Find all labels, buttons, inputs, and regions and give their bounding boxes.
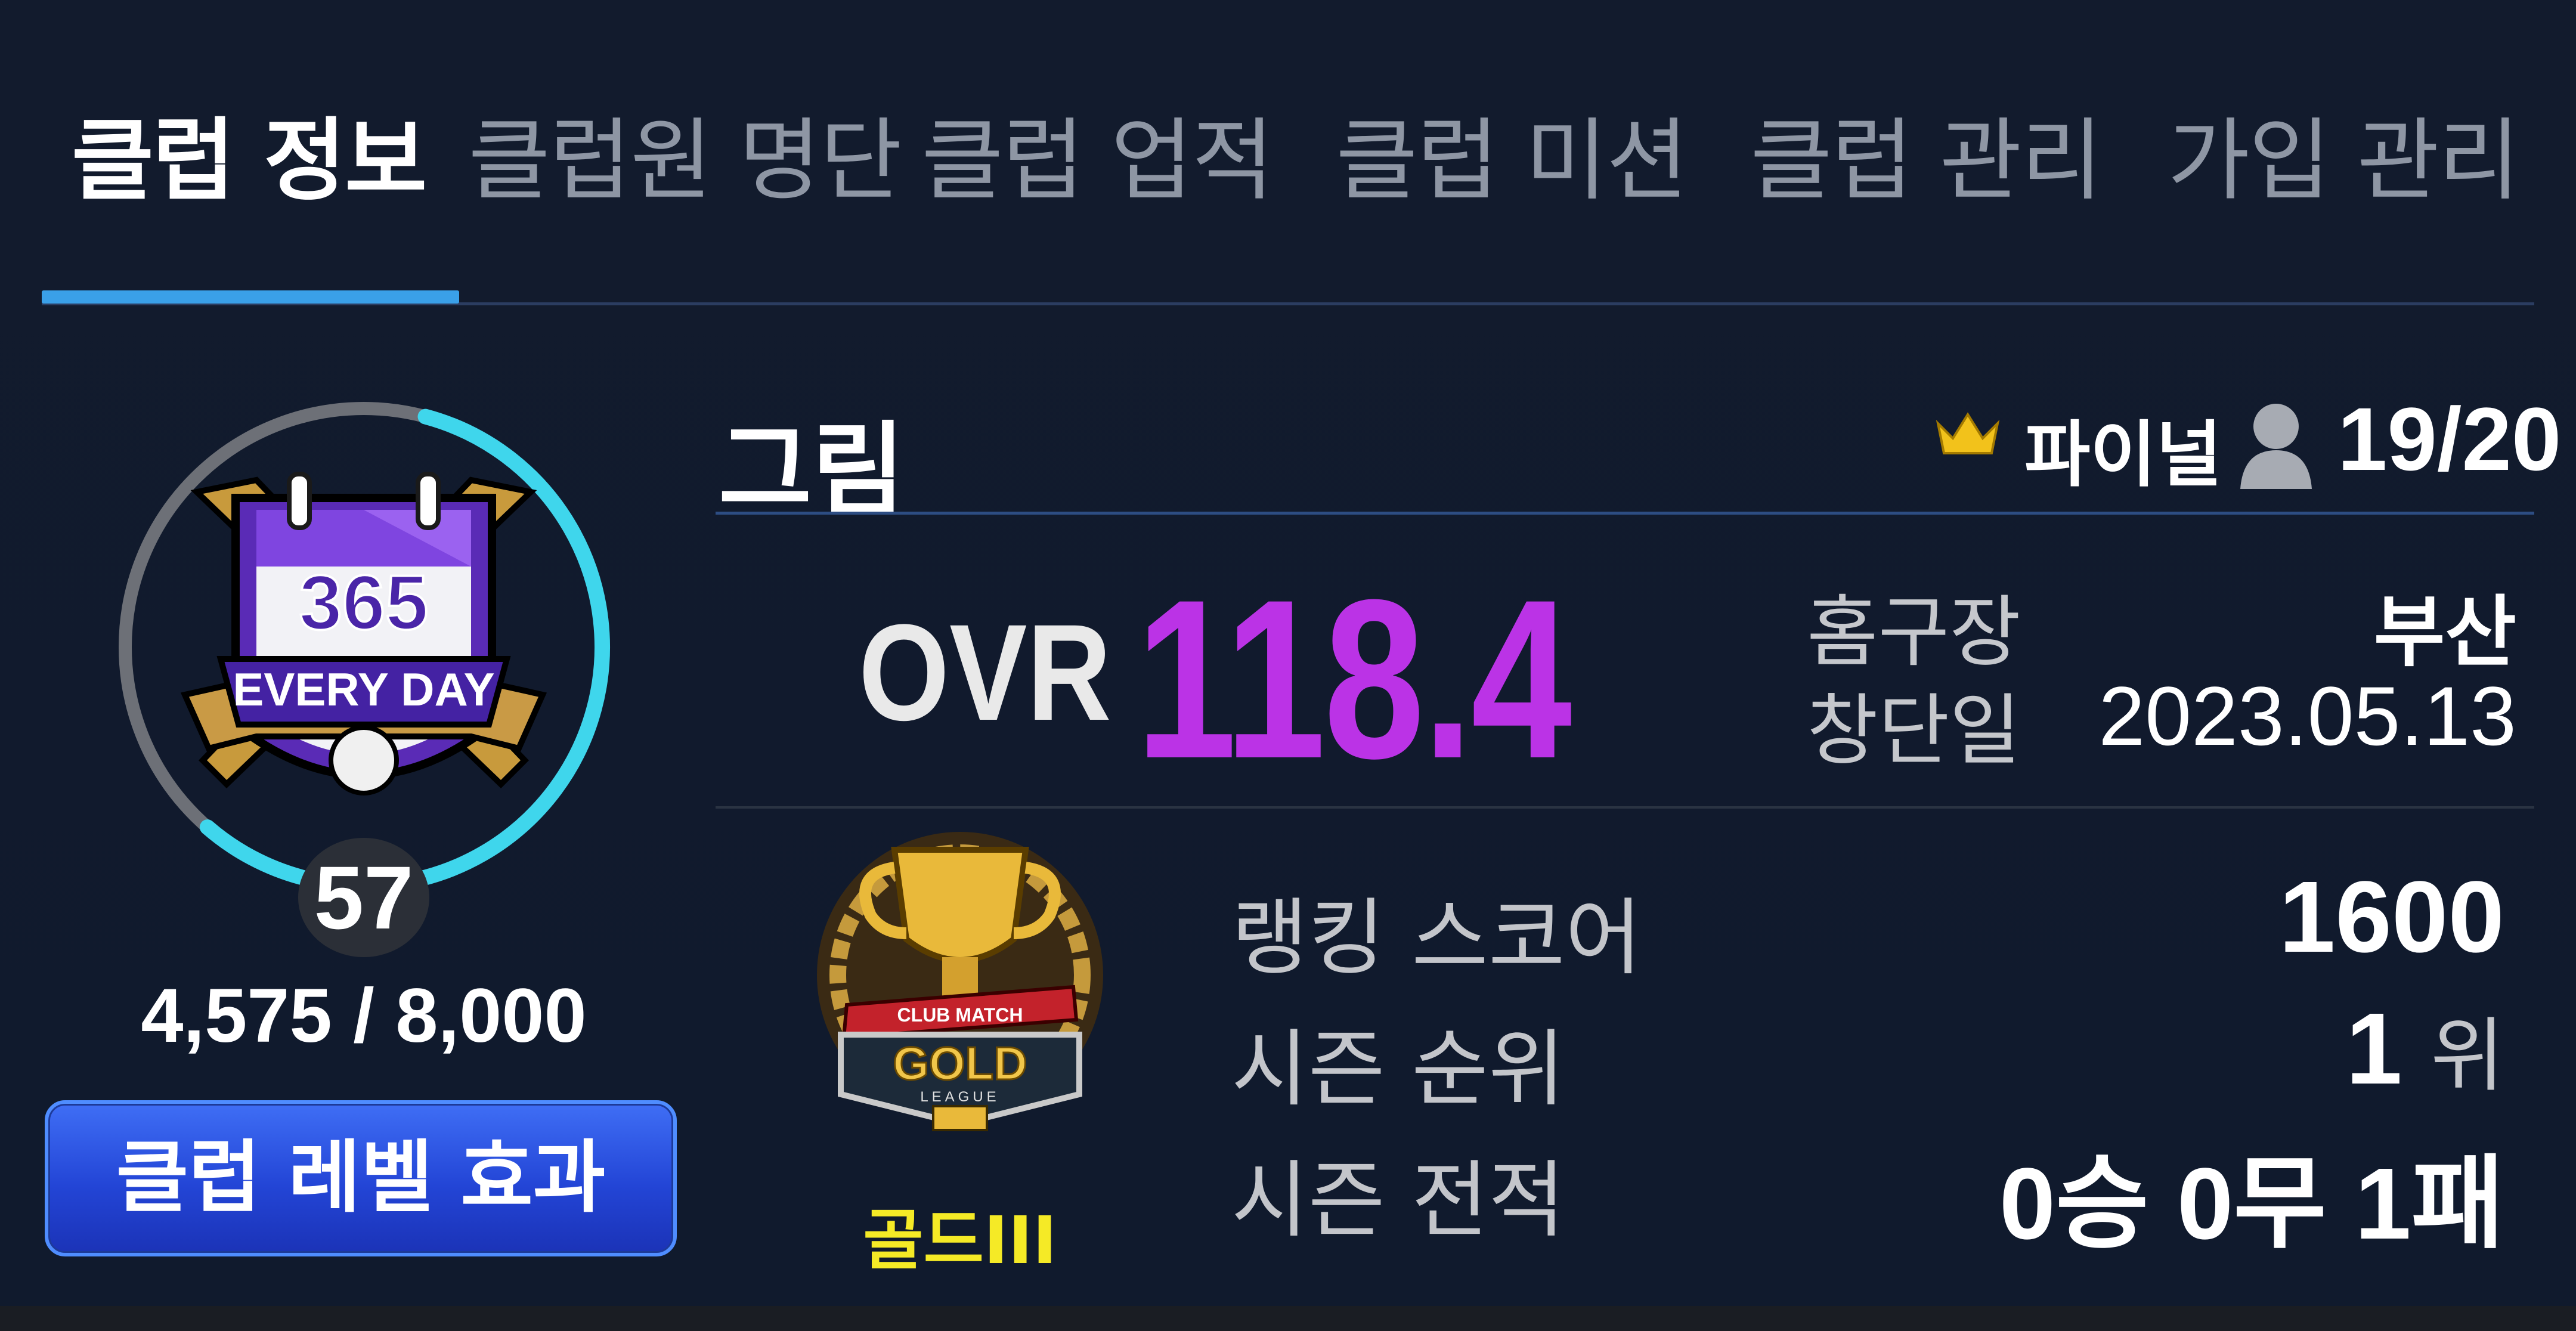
home-stadium-value: 부산: [2373, 587, 2516, 677]
season-record-value: 0승 0무 1패: [1999, 1147, 2504, 1261]
header-divider: [716, 512, 2534, 515]
bottom-strip: [0, 1306, 2576, 1331]
ovr-value: 118.4: [1136, 552, 1572, 806]
section-divider: [716, 806, 2534, 809]
tab-club-missions[interactable]: 클럽 미션: [1336, 116, 1689, 206]
ranking-score-label: 랭킹 스코어: [1231, 890, 1642, 987]
crown-icon: [1936, 412, 2000, 454]
club-level-effect-button[interactable]: 클럽 레벨 효과: [45, 1100, 677, 1256]
club-emblem-icon: 365 EVERY DAY: [180, 472, 547, 795]
club-emblem-area: 365 EVERY DAY: [107, 391, 620, 903]
season-rank-label: 시즌 순위: [1231, 1021, 1565, 1118]
league-sub-text: LEAGUE: [920, 1089, 999, 1105]
club-grade-label: 파이널: [2024, 414, 2222, 497]
ranking-score-value: 1600: [2278, 860, 2504, 974]
active-tab-indicator: [42, 290, 459, 304]
member-count: 19/20: [2337, 389, 2562, 489]
league-gold-text: GOLD: [893, 1037, 1027, 1089]
emblem-banner-text: EVERY DAY: [233, 663, 494, 716]
club-level-badge: 57: [298, 838, 429, 957]
season-record-label: 시즌 전적: [1231, 1152, 1565, 1249]
season-rank-value: 1 위: [2346, 990, 2504, 1107]
founded-date-label: 창단일: [1807, 685, 2021, 776]
emblem-365-text: 365: [299, 559, 429, 646]
ovr-label: OVR: [859, 596, 1111, 749]
person-icon: [2240, 404, 2312, 489]
season-rank-number: 1: [2346, 992, 2402, 1106]
club-info-panel: 클럽 정보 클럽원 명단 클럽 업적 클럽 미션 클럽 관리 가입 관리 365…: [0, 0, 2576, 1306]
league-ribbon-text: CLUB MATCH: [897, 1004, 1023, 1026]
club-exp-text: 4,575 / 8,000: [141, 973, 587, 1058]
season-rank-unit: 위: [2430, 1009, 2504, 1103]
tab-club-members[interactable]: 클럽원 명단: [468, 116, 902, 206]
tab-club-management[interactable]: 클럽 관리: [1750, 116, 2103, 206]
league-tier: 골드III: [863, 1202, 1057, 1279]
founded-date-value: 2023.05.13: [2098, 669, 2516, 763]
home-stadium-label: 홈구장: [1807, 587, 2021, 677]
tab-club-info[interactable]: 클럽 정보: [72, 116, 427, 206]
tab-join-management[interactable]: 가입 관리: [2168, 116, 2521, 206]
tab-club-achievements[interactable]: 클럽 업적: [921, 116, 1274, 206]
gold-league-emblem-icon: CLUB MATCH GOLD LEAGUE: [817, 832, 1103, 1131]
